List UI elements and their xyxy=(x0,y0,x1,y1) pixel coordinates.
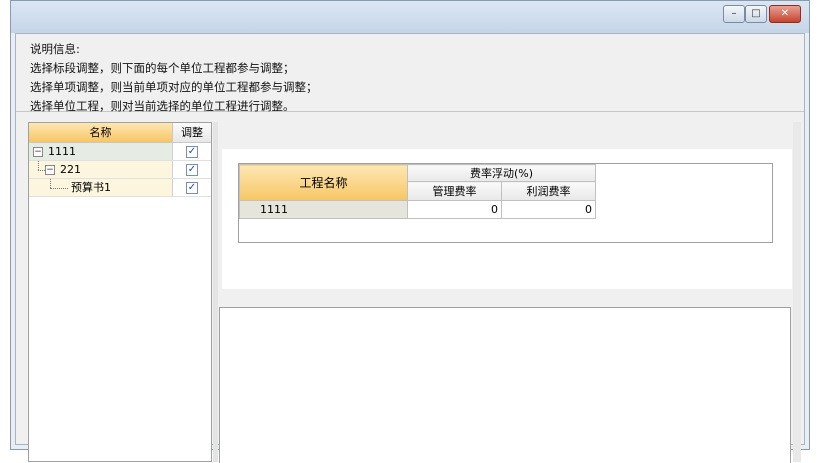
info-line-item: 选择单项调整，则当前单项对应的单位工程都参与调整； xyxy=(30,80,318,94)
column-header-mgmt-rate[interactable]: 管理费率 xyxy=(407,181,502,201)
column-group-rate-float: 费率浮动(%) xyxy=(407,163,596,183)
fee-panel: 工程名称 费率浮动(%) 管理费率 利润费率 1111 0 0 xyxy=(222,149,792,289)
vertical-scrollbar[interactable] xyxy=(793,122,801,462)
panel-splitter[interactable] xyxy=(213,122,218,462)
table-row[interactable]: 1111 0 0 xyxy=(239,200,596,219)
fee-rate-table: 工程名称 费率浮动(%) 管理费率 利润费率 1111 0 0 xyxy=(238,163,773,243)
maximize-button[interactable]: □ xyxy=(745,5,767,23)
tree-connector-line xyxy=(38,170,45,171)
collapse-icon[interactable]: − xyxy=(45,165,55,175)
adjust-cell: ✓ xyxy=(173,179,211,196)
tree-connector-line xyxy=(50,188,68,189)
info-panel: 说明信息: 选择标段调整，则下面的每个单位工程都参与调整； 选择单项调整，则当前… xyxy=(16,34,804,113)
adjust-cell: ✓ xyxy=(173,161,211,178)
collapse-icon[interactable]: − xyxy=(33,147,43,157)
info-line-unit: 选择单位工程，则对当前选择的单位工程进行调整。 xyxy=(30,99,295,113)
tree-connector-line xyxy=(38,161,39,170)
title-bar: – □ ✕ xyxy=(11,1,809,33)
adjust-checkbox[interactable]: ✓ xyxy=(186,164,198,176)
minimize-button[interactable]: – xyxy=(723,5,745,23)
tree-connector-line xyxy=(50,179,51,188)
detail-panel xyxy=(219,307,791,463)
adjust-checkbox[interactable]: ✓ xyxy=(186,146,198,158)
adjust-checkbox[interactable]: ✓ xyxy=(186,182,198,194)
dialog-content: 说明信息: 选择标段调整，则下面的每个单位工程都参与调整； 选择单项调整，则当前… xyxy=(15,33,805,463)
tree-row-1111[interactable]: − 1111 ✓ xyxy=(29,143,211,161)
close-button[interactable]: ✕ xyxy=(769,5,801,23)
tree-row-budget-book[interactable]: 预算书1 ✓ xyxy=(29,179,211,197)
column-header-profit-rate[interactable]: 利润费率 xyxy=(501,181,596,201)
cell-profit-rate[interactable]: 0 xyxy=(501,200,596,219)
tree-header: 名称 调整 xyxy=(29,123,211,143)
tree-node-cell: 预算书1 xyxy=(29,179,173,196)
tree-header-adjust[interactable]: 调整 xyxy=(173,123,211,142)
cell-mgmt-rate[interactable]: 0 xyxy=(407,200,502,219)
tree-header-name[interactable]: 名称 xyxy=(29,123,173,142)
info-title: 说明信息: xyxy=(30,42,80,56)
tree-node-label[interactable]: 221 xyxy=(60,161,81,179)
tree-node-label[interactable]: 预算书1 xyxy=(71,179,111,197)
cell-project-name: 1111 xyxy=(239,200,408,219)
column-header-project-name[interactable]: 工程名称 xyxy=(239,164,408,201)
info-line-section: 选择标段调整，则下面的每个单位工程都参与调整； xyxy=(30,61,295,75)
project-tree: 名称 调整 − 1111 ✓ − 221 ✓ 预算书1 ✓ xyxy=(28,122,212,462)
tree-node-cell: − 221 xyxy=(29,161,173,178)
tree-row-221[interactable]: − 221 ✓ xyxy=(29,161,211,179)
adjust-cell: ✓ xyxy=(173,143,211,160)
tree-node-label[interactable]: 1111 xyxy=(48,143,76,161)
dialog-window: – □ ✕ 说明信息: 选择标段调整，则下面的每个单位工程都参与调整； 选择单项… xyxy=(10,0,810,463)
tree-node-cell: − 1111 xyxy=(29,143,173,160)
